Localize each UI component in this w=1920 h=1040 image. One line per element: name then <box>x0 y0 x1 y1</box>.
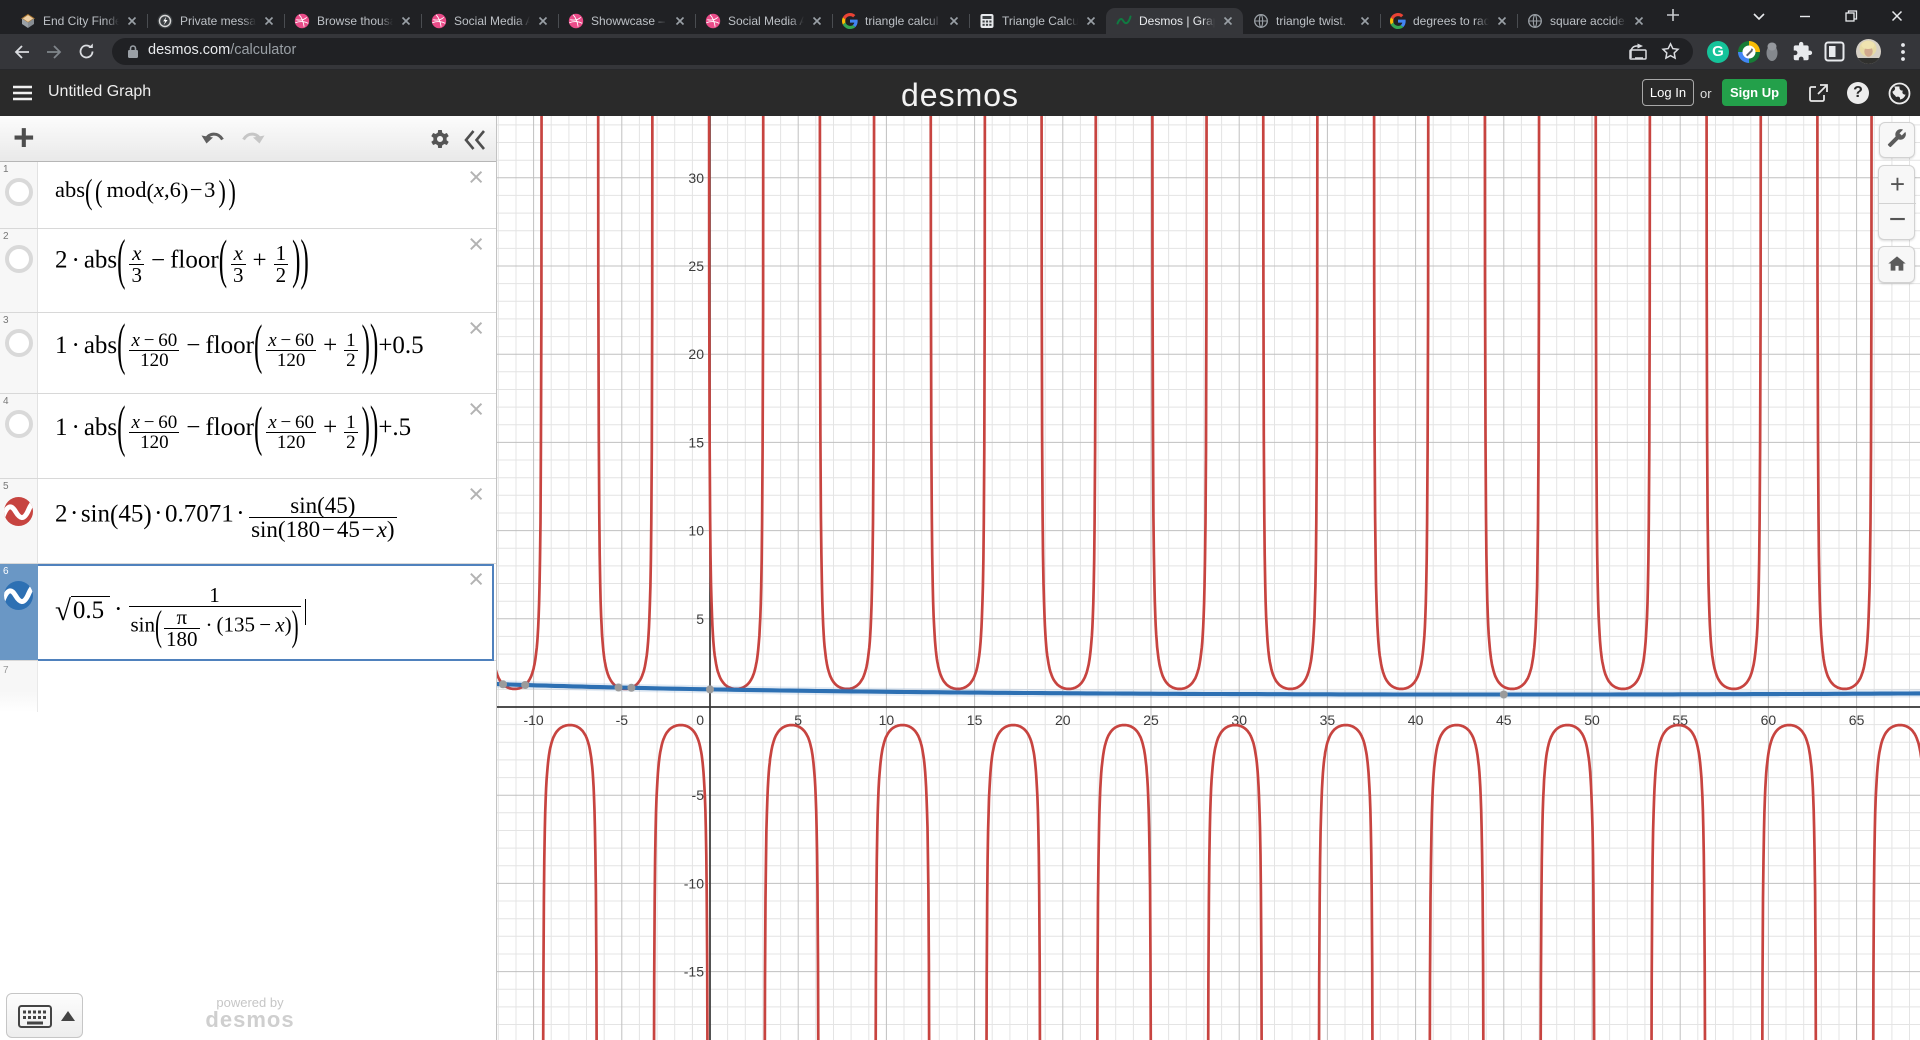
svg-text:30: 30 <box>688 170 704 186</box>
svg-text:45: 45 <box>1496 712 1512 728</box>
svg-text:15: 15 <box>688 434 704 450</box>
svg-text:-5: -5 <box>616 712 629 728</box>
svg-text:35: 35 <box>1320 712 1336 728</box>
svg-text:5: 5 <box>696 611 704 627</box>
svg-text:10: 10 <box>879 712 895 728</box>
svg-text:25: 25 <box>688 258 704 274</box>
svg-text:65: 65 <box>1849 712 1865 728</box>
svg-text:10: 10 <box>688 523 704 539</box>
svg-text:-10: -10 <box>684 875 704 891</box>
svg-text:-10: -10 <box>523 712 543 728</box>
svg-text:0: 0 <box>696 712 704 728</box>
svg-text:25: 25 <box>1143 712 1159 728</box>
svg-text:40: 40 <box>1408 712 1424 728</box>
svg-text:-15: -15 <box>684 964 704 980</box>
svg-text:15: 15 <box>967 712 983 728</box>
svg-text:-5: -5 <box>692 787 705 803</box>
svg-text:20: 20 <box>688 346 704 362</box>
svg-text:60: 60 <box>1761 712 1777 728</box>
svg-text:20: 20 <box>1055 712 1071 728</box>
svg-text:50: 50 <box>1584 712 1600 728</box>
